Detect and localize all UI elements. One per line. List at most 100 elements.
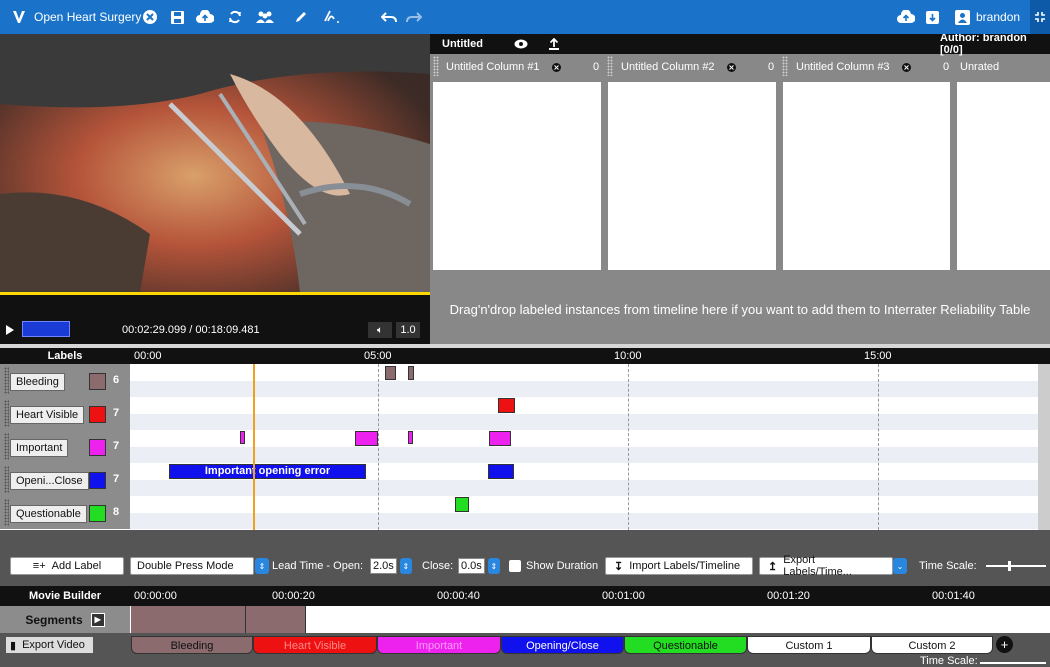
label-segment[interactable] xyxy=(385,366,396,380)
show-duration-label: Show Duration xyxy=(526,560,599,572)
link-edit-icon[interactable] xyxy=(322,0,342,34)
pencil-icon[interactable] xyxy=(294,0,308,34)
export-labels-button[interactable]: ↥ Export Labels/Time... xyxy=(759,554,893,578)
label-segment[interactable] xyxy=(455,497,469,512)
row-drag-handle[interactable] xyxy=(4,466,9,493)
close-time-field[interactable]: 0.0s ⇕ xyxy=(454,557,500,575)
users-icon[interactable] xyxy=(255,0,275,34)
label-color-swatch[interactable] xyxy=(89,505,106,522)
column-4-name[interactable]: Unrated xyxy=(960,56,999,78)
close-circle-icon[interactable] xyxy=(142,0,158,34)
fullscreen-icon[interactable] xyxy=(1030,0,1050,34)
label-segment[interactable] xyxy=(488,464,514,479)
timeline-scrollbar[interactable] xyxy=(1038,364,1050,530)
movie-segment[interactable] xyxy=(246,606,306,633)
user-name[interactable]: brandon xyxy=(976,0,1020,34)
export-labels-text: Export Labels/Time... xyxy=(783,554,852,578)
label-segment[interactable] xyxy=(408,431,413,444)
label-color-swatch[interactable] xyxy=(89,373,106,390)
legend-heart-visible[interactable]: Heart Visible xyxy=(253,636,377,654)
stepper-icon[interactable]: ⇕ xyxy=(399,558,412,574)
app-title[interactable]: Open Heart Surgery xyxy=(34,0,141,34)
label-button-opening-close[interactable]: Openi...Close xyxy=(10,472,89,490)
column-4-dropzone[interactable] xyxy=(957,82,1050,270)
column-drag-handle[interactable] xyxy=(607,56,613,76)
play-icon[interactable] xyxy=(6,322,14,338)
import-labels-button[interactable]: ↧ Import Labels/Timeline xyxy=(605,557,753,575)
add-list-icon: ≡+ xyxy=(32,560,46,572)
label-button-bleeding[interactable]: Bleeding xyxy=(10,373,65,391)
row-drag-handle[interactable] xyxy=(4,367,9,394)
cloud-upload-icon[interactable] xyxy=(897,0,915,34)
playback-speed[interactable]: 1.0 xyxy=(396,322,420,338)
label-segment[interactable] xyxy=(489,431,511,446)
timeline-playhead[interactable] xyxy=(253,364,255,530)
legend-custom-1[interactable]: Custom 1 xyxy=(747,636,871,654)
eye-icon[interactable] xyxy=(514,34,528,54)
irr-doc-title[interactable]: Untitled xyxy=(442,34,483,54)
label-segment[interactable] xyxy=(355,431,378,446)
column-2-close-icon[interactable] xyxy=(727,56,736,78)
lead-time-open-field[interactable]: 2.0s ⇕ xyxy=(366,557,412,575)
mode-select[interactable]: Double Press Mode xyxy=(130,557,254,575)
video-progress-line[interactable] xyxy=(0,292,430,295)
time-scale-slider-knob[interactable] xyxy=(1008,561,1011,571)
column-1-name[interactable]: Untitled Column #1 xyxy=(446,56,540,78)
label-color-swatch[interactable] xyxy=(89,472,106,489)
legend-questionable[interactable]: Questionable xyxy=(624,636,747,654)
movie-time-scale-slider[interactable] xyxy=(980,662,1046,664)
column-3-close-icon[interactable] xyxy=(902,56,911,78)
row-drag-handle[interactable] xyxy=(4,433,9,460)
grid-line xyxy=(628,364,629,530)
row-drag-handle[interactable] xyxy=(4,400,9,427)
label-button-heart-visible[interactable]: Heart Visible xyxy=(10,406,85,424)
row-drag-handle[interactable] xyxy=(4,499,9,526)
label-button-important[interactable]: Important xyxy=(10,439,69,457)
show-duration-toggle[interactable]: Show Duration xyxy=(509,557,598,575)
user-icon[interactable] xyxy=(955,0,970,34)
upload-icon[interactable] xyxy=(549,34,559,54)
label-color-swatch[interactable] xyxy=(89,439,106,456)
timeline-area[interactable]: Bleeding 6 Heart Visible 7 Important 7 O… xyxy=(0,364,1050,530)
sync-icon[interactable] xyxy=(228,0,242,34)
column-drag-handle[interactable] xyxy=(433,56,439,76)
redo-icon[interactable] xyxy=(406,0,422,34)
column-3-dropzone[interactable] xyxy=(783,82,950,270)
close-time-value[interactable]: 0.0s xyxy=(458,558,485,574)
label-segment[interactable] xyxy=(408,366,414,380)
export-video-button[interactable]: ▮ Export Video xyxy=(6,637,93,653)
column-drag-handle[interactable] xyxy=(782,56,788,76)
undo-icon[interactable] xyxy=(381,0,397,34)
play-segments-icon[interactable]: ▶ xyxy=(90,612,105,627)
row-label-area: Bleeding 6 xyxy=(0,364,130,397)
column-1-dropzone[interactable] xyxy=(433,82,601,270)
save-icon[interactable] xyxy=(170,0,185,34)
mode-select-arrow-icon[interactable]: ⇕ xyxy=(255,557,269,575)
video-player[interactable] xyxy=(0,34,430,292)
column-3-name[interactable]: Untitled Column #3 xyxy=(796,56,890,78)
volume-icon[interactable]: 🔈︎ xyxy=(368,322,392,338)
label-color-swatch[interactable] xyxy=(89,406,106,423)
add-label-button[interactable]: ≡+ Add Label xyxy=(10,557,124,575)
legend-important[interactable]: Important xyxy=(377,636,501,654)
legend-bleeding[interactable]: Bleeding xyxy=(131,636,253,654)
legend-opening-close[interactable]: Opening/Close xyxy=(501,636,624,654)
show-duration-checkbox[interactable] xyxy=(509,560,521,572)
export-dropdown-icon[interactable]: ⌄ xyxy=(893,557,907,575)
legend-custom-2[interactable]: Custom 2 xyxy=(871,636,993,654)
column-1-close-icon[interactable] xyxy=(552,56,561,78)
video-scrubber[interactable] xyxy=(22,321,70,337)
column-2-name[interactable]: Untitled Column #2 xyxy=(621,56,715,78)
label-button-questionable[interactable]: Questionable xyxy=(10,505,87,523)
column-2-dropzone[interactable] xyxy=(608,82,776,270)
label-segment[interactable] xyxy=(498,398,515,413)
time-scale-slider[interactable] xyxy=(986,565,1046,567)
cloud-upload-icon[interactable] xyxy=(196,0,214,34)
label-segment-annotation[interactable]: Important opening error xyxy=(169,464,366,479)
lead-time-open-value[interactable]: 2.0s xyxy=(370,558,397,574)
add-custom-icon[interactable]: + xyxy=(996,636,1013,653)
label-segment[interactable] xyxy=(240,431,245,444)
download-box-icon[interactable] xyxy=(925,0,940,34)
stepper-icon[interactable]: ⇕ xyxy=(487,558,500,574)
movie-segment[interactable] xyxy=(131,606,246,633)
